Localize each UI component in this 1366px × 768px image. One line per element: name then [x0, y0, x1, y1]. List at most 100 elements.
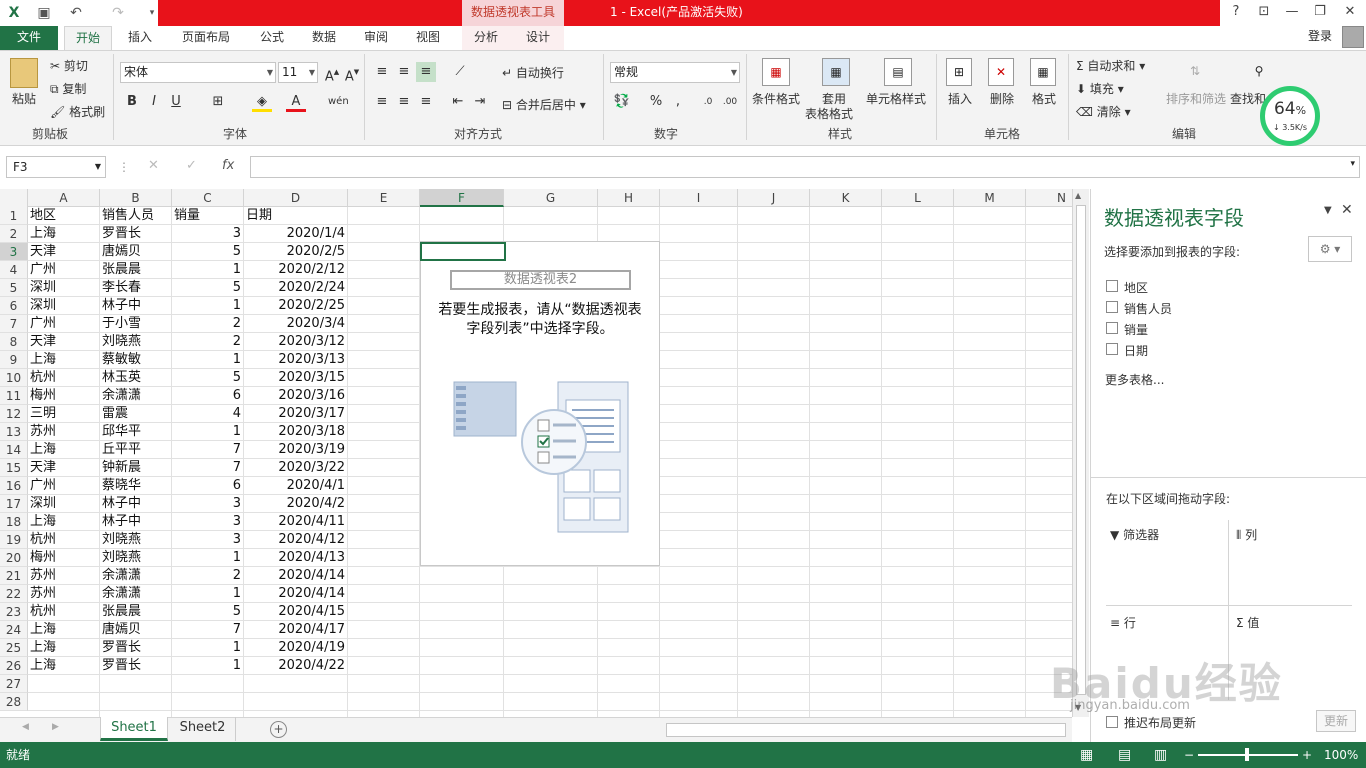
cell[interactable]: 2020/4/22	[246, 657, 345, 675]
ribbon-display-icon[interactable]: ⊡	[1250, 0, 1278, 26]
cell[interactable]: 于小雪	[102, 315, 169, 333]
row-header-28[interactable]: 28	[0, 693, 28, 711]
cell[interactable]: 苏州	[30, 423, 97, 441]
cell[interactable]: 杭州	[30, 603, 97, 621]
column-header-g[interactable]: G	[504, 189, 598, 207]
grow-font-icon[interactable]: A▴	[322, 62, 342, 84]
cell[interactable]: 2020/4/17	[246, 621, 345, 639]
align-bottom-icon[interactable]: ≡	[416, 62, 436, 82]
cell[interactable]: 林子中	[102, 513, 169, 531]
cell[interactable]: 2020/3/12	[246, 333, 345, 351]
cell[interactable]: 上海	[30, 225, 97, 243]
tab-data[interactable]: 数据	[302, 26, 346, 50]
row-header-11[interactable]: 11	[0, 387, 28, 405]
tab-insert[interactable]: 插入	[118, 26, 162, 50]
orientation-icon[interactable]: ⟋	[450, 62, 470, 82]
cell[interactable]: 6	[174, 477, 241, 495]
zoom-level[interactable]: 100%	[1324, 742, 1358, 768]
cell[interactable]: 1	[174, 351, 241, 369]
tab-review[interactable]: 审阅	[354, 26, 398, 50]
cell[interactable]: 地区	[30, 207, 97, 225]
tab-page-layout[interactable]: 页面布局	[172, 26, 240, 50]
binoculars-icon[interactable]: ⚲	[1246, 58, 1272, 84]
name-box[interactable]: F3 ▼	[6, 156, 106, 178]
cell[interactable]: 杭州	[30, 531, 97, 549]
cell[interactable]: 销量	[174, 207, 241, 225]
cancel-icon[interactable]: ✕	[148, 158, 159, 173]
cell[interactable]: 2020/3/17	[246, 405, 345, 423]
format-painter-button[interactable]: 🖌 格式刷	[50, 103, 105, 120]
align-center-icon[interactable]: ≡	[394, 92, 414, 112]
column-header-f[interactable]: F	[420, 189, 504, 207]
scroll-thumb[interactable]	[1076, 205, 1086, 695]
cell[interactable]: 1	[174, 423, 241, 441]
cell[interactable]: 7	[174, 621, 241, 639]
login-link[interactable]: 登录	[1308, 26, 1332, 46]
sort-filter-icon[interactable]: ⇅	[1182, 58, 1208, 84]
cell[interactable]: 7	[174, 441, 241, 459]
row-header-22[interactable]: 22	[0, 585, 28, 603]
row-header-12[interactable]: 12	[0, 405, 28, 423]
cell[interactable]: 广州	[30, 261, 97, 279]
column-header-a[interactable]: A	[28, 189, 100, 207]
delete-button[interactable]: 删除	[990, 90, 1014, 107]
format-button[interactable]: 格式	[1032, 90, 1056, 107]
tab-design[interactable]: 设计	[516, 26, 560, 50]
page-break-view-icon[interactable]: ▥	[1154, 742, 1167, 768]
font-size-select[interactable]: 11 ▼	[278, 62, 318, 83]
row-header-2[interactable]: 2	[0, 225, 28, 243]
field-checkbox[interactable]	[1106, 322, 1118, 334]
cell[interactable]: 丘平平	[102, 441, 169, 459]
add-sheet-icon[interactable]: +	[270, 721, 287, 738]
column-header-b[interactable]: B	[100, 189, 172, 207]
cell[interactable]: 5	[174, 369, 241, 387]
wrap-text-button[interactable]: ↵ 自动换行	[502, 64, 564, 81]
save-icon[interactable]: ▣	[34, 3, 54, 23]
cell[interactable]: 2020/3/4	[246, 315, 345, 333]
column-header-k[interactable]: K	[810, 189, 882, 207]
restore-icon[interactable]: ❐	[1306, 0, 1334, 26]
comma-icon[interactable]: ,	[668, 92, 688, 112]
cell[interactable]: 2	[174, 333, 241, 351]
row-header-24[interactable]: 24	[0, 621, 28, 639]
cell[interactable]: 深圳	[30, 279, 97, 297]
cell[interactable]: 三明	[30, 405, 97, 423]
sheet-tab-sheet2[interactable]: Sheet2	[170, 717, 236, 741]
field-checkbox[interactable]	[1106, 280, 1118, 292]
zoom-in-icon[interactable]: +	[1302, 742, 1312, 768]
column-header-i[interactable]: I	[660, 189, 738, 207]
merge-center-button[interactable]: ⊟ 合并后居中 ▾	[502, 96, 586, 113]
row-header-18[interactable]: 18	[0, 513, 28, 531]
row-header-26[interactable]: 26	[0, 657, 28, 675]
close-pane-icon[interactable]: ✕	[1341, 202, 1353, 218]
cell[interactable]: 天津	[30, 333, 97, 351]
row-header-1[interactable]: 1	[0, 207, 28, 225]
avatar[interactable]	[1342, 26, 1364, 48]
cell[interactable]: 钟新晨	[102, 459, 169, 477]
cell[interactable]: 2020/2/5	[246, 243, 345, 261]
cell[interactable]: 罗晋长	[102, 225, 169, 243]
cell[interactable]: 苏州	[30, 567, 97, 585]
row-header-5[interactable]: 5	[0, 279, 28, 297]
cell[interactable]: 唐嫣贝	[102, 243, 169, 261]
cell[interactable]: 2020/2/25	[246, 297, 345, 315]
cell[interactable]: 蔡敏敏	[102, 351, 169, 369]
cell[interactable]: 广州	[30, 477, 97, 495]
cell[interactable]: 2020/2/12	[246, 261, 345, 279]
underline-icon[interactable]: U	[166, 92, 186, 112]
row-header-20[interactable]: 20	[0, 549, 28, 567]
table-format-icon[interactable]: ▦	[822, 58, 850, 86]
cell[interactable]: 2020/3/22	[246, 459, 345, 477]
paste-icon[interactable]	[10, 58, 38, 88]
cell[interactable]: 罗晋长	[102, 639, 169, 657]
tab-formulas[interactable]: 公式	[250, 26, 294, 50]
row-header-14[interactable]: 14	[0, 441, 28, 459]
tab-analyze[interactable]: 分析	[464, 26, 508, 50]
align-middle-icon[interactable]: ≡	[394, 62, 414, 82]
fill-button[interactable]: ⬇ 填充 ▾	[1076, 80, 1124, 97]
decrease-decimal-icon[interactable]: .00	[720, 92, 740, 112]
cell[interactable]: 刘晓燕	[102, 549, 169, 567]
align-top-icon[interactable]: ≡	[372, 62, 392, 82]
copy-button[interactable]: ⧉ 复制	[50, 80, 86, 97]
cell[interactable]: 3	[174, 513, 241, 531]
